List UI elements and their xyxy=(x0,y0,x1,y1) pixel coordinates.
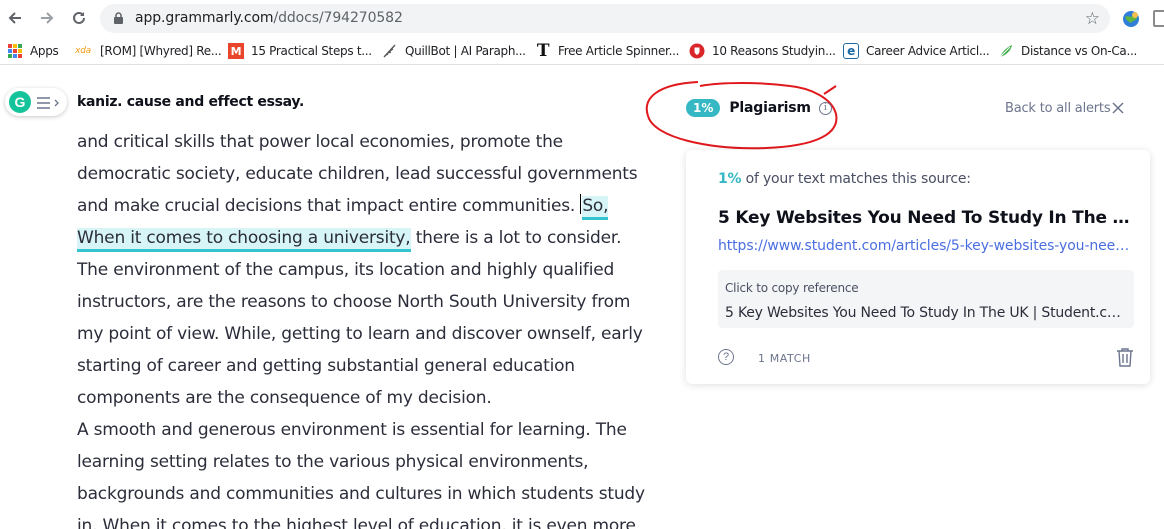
plagiarism-percent-badge: 1% xyxy=(686,99,721,117)
close-icon[interactable] xyxy=(1111,101,1125,115)
source-title: 5 Key Websites You Need To Study In The … xyxy=(718,208,1132,228)
text-line: and make crucial decisions that impact e… xyxy=(77,190,637,222)
bookmark-distance-vs-oncampus[interactable]: Distance vs On-Ca... xyxy=(998,43,1137,59)
red-shield-icon xyxy=(689,43,705,59)
globe-extension-icon[interactable] xyxy=(1122,10,1140,28)
match-percent: 1% xyxy=(718,171,742,187)
grammarly-logo-icon: G xyxy=(9,91,31,113)
text-line: backgrounds and communities and cultures… xyxy=(77,478,645,510)
text-line: components are the consequence of my dec… xyxy=(77,382,637,414)
text-run: democratic society, educate children, le… xyxy=(77,164,638,184)
text-run: The environment of the campus, its locat… xyxy=(77,260,615,280)
plagiarism-highlight[interactable]: When it comes to choosing a university, xyxy=(77,228,411,252)
text-line: The environment of the campus, its locat… xyxy=(77,254,637,286)
match-count: 1 MATCH xyxy=(758,352,811,365)
document-extension-icon[interactable] xyxy=(1153,10,1164,27)
url-domain: app.grammarly.com xyxy=(135,10,274,26)
text-run: and critical skills that power local eco… xyxy=(77,132,563,152)
bookmark-label: Distance vs On-Ca... xyxy=(1021,44,1138,58)
match-summary: 1% of your text matches this source: xyxy=(718,171,971,187)
url-path: /ddocs/794270582 xyxy=(273,10,403,26)
text-line: learning setting relates to the various … xyxy=(77,446,637,478)
text-run: backgrounds and communities and cultures… xyxy=(77,484,645,504)
text-line: When it comes to choosing a university, … xyxy=(77,222,637,254)
address-bar[interactable]: app.grammarly.com/ddocs/794270582 ☆ xyxy=(100,4,1110,33)
plagiarism-label: Plagiarism xyxy=(729,100,811,116)
bookmark-label: Free Article Spinner... xyxy=(558,44,680,58)
bookmark-label: QuillBot | AI Paraph... xyxy=(405,44,526,58)
reload-icon[interactable] xyxy=(68,7,90,29)
source-url-link[interactable]: https://www.student.com/articles/5-key-w… xyxy=(718,238,1132,254)
copy-reference-text: 5 Key Websites You Need To Study In The … xyxy=(725,305,1125,321)
e-logo-icon: e xyxy=(843,43,859,59)
text-run: starting of career and getting substanti… xyxy=(77,356,575,376)
document-body[interactable]: and critical skills that power local eco… xyxy=(77,126,645,529)
bookmark-apps[interactable]: Apps xyxy=(7,43,59,59)
back-to-all-alerts-link[interactable]: Back to all alerts xyxy=(1005,101,1111,116)
lock-icon xyxy=(113,12,124,30)
text-run: components are the consequence of my dec… xyxy=(77,388,492,408)
browser-toolbar: app.grammarly.com/ddocs/794270582 ☆ xyxy=(0,0,1164,37)
text-line: starting of career and getting substanti… xyxy=(77,350,637,382)
text-line: in. When it comes to the highest level o… xyxy=(77,510,637,529)
trash-icon[interactable] xyxy=(1116,347,1134,367)
bookmark-article-spinner[interactable]: T Free Article Spinner... xyxy=(535,41,680,61)
text-run: there is a lot to consider. xyxy=(410,228,622,248)
bookmarks-bar: Apps xda [ROM] [Whyred] Re... M 15 Pract… xyxy=(0,37,1164,65)
plagiarism-source-card: 1% of your text matches this source: 5 K… xyxy=(686,150,1150,384)
bookmark-career-advice[interactable]: e Career Advice Articl... xyxy=(843,43,990,59)
plagiarism-header[interactable]: 1% Plagiarism i xyxy=(686,98,832,118)
bookmark-10-reasons[interactable]: 10 Reasons Studyin... xyxy=(689,43,836,59)
text-run: instructors, are the reasons to choose N… xyxy=(77,292,631,312)
bookmark-label: Career Advice Articl... xyxy=(866,44,990,58)
hamburger-menu-icon xyxy=(37,96,61,114)
text-run: learning setting relates to the various … xyxy=(77,452,589,472)
bookmark-label: [ROM] [Whyred] Re... xyxy=(100,44,222,58)
bookmark-label: 10 Reasons Studyin... xyxy=(712,44,836,58)
copy-reference-hint: Click to copy reference xyxy=(725,281,859,295)
match-summary-text: of your text matches this source: xyxy=(741,171,971,187)
bookmark-label: 15 Practical Steps t... xyxy=(251,44,372,58)
text-line: democratic society, educate children, le… xyxy=(77,158,638,190)
text-run: A smooth and generous environment is ess… xyxy=(77,420,627,440)
text-line: A smooth and generous environment is ess… xyxy=(77,414,637,446)
text-run: and make crucial decisions that impact e… xyxy=(77,196,581,216)
plagiarism-highlight[interactable]: So, xyxy=(582,196,609,220)
bookmark-quillbot[interactable]: QuillBot | AI Paraph... xyxy=(382,43,526,59)
document-title[interactable]: kaniz. cause and effect essay. xyxy=(77,94,304,110)
bookmark-rom-whyred[interactable]: xda [ROM] [Whyred] Re... xyxy=(73,43,222,59)
xda-icon: xda xyxy=(75,46,91,56)
quill-icon xyxy=(382,43,398,59)
copy-reference-box[interactable]: Click to copy reference 5 Key Websites Y… xyxy=(718,270,1134,328)
text-run: in. When it comes to the highest level o… xyxy=(77,516,636,529)
text-line: my point of view. While, getting to lear… xyxy=(77,318,643,350)
url-text: app.grammarly.com/ddocs/794270582 xyxy=(135,10,403,26)
m-logo-icon: M xyxy=(228,43,244,59)
text-run: my point of view. While, getting to lear… xyxy=(77,324,643,344)
arrow-right-icon[interactable] xyxy=(36,7,58,29)
info-icon[interactable]: i xyxy=(818,101,832,115)
bookmark-label: Apps xyxy=(30,44,59,58)
apps-grid-icon xyxy=(7,43,23,59)
help-icon[interactable]: ? xyxy=(718,349,734,365)
bookmark-star-icon[interactable]: ☆ xyxy=(1085,9,1100,29)
text-line: instructors, are the reasons to choose N… xyxy=(77,286,637,318)
t-logo-icon: T xyxy=(536,41,550,61)
arrow-left-icon[interactable] xyxy=(4,7,26,29)
green-leaf-icon xyxy=(998,43,1014,59)
grammarly-menu-button[interactable]: G xyxy=(5,88,67,116)
text-line: and critical skills that power local eco… xyxy=(77,126,637,158)
bookmark-15-practical-steps[interactable]: M 15 Practical Steps t... xyxy=(228,43,372,59)
